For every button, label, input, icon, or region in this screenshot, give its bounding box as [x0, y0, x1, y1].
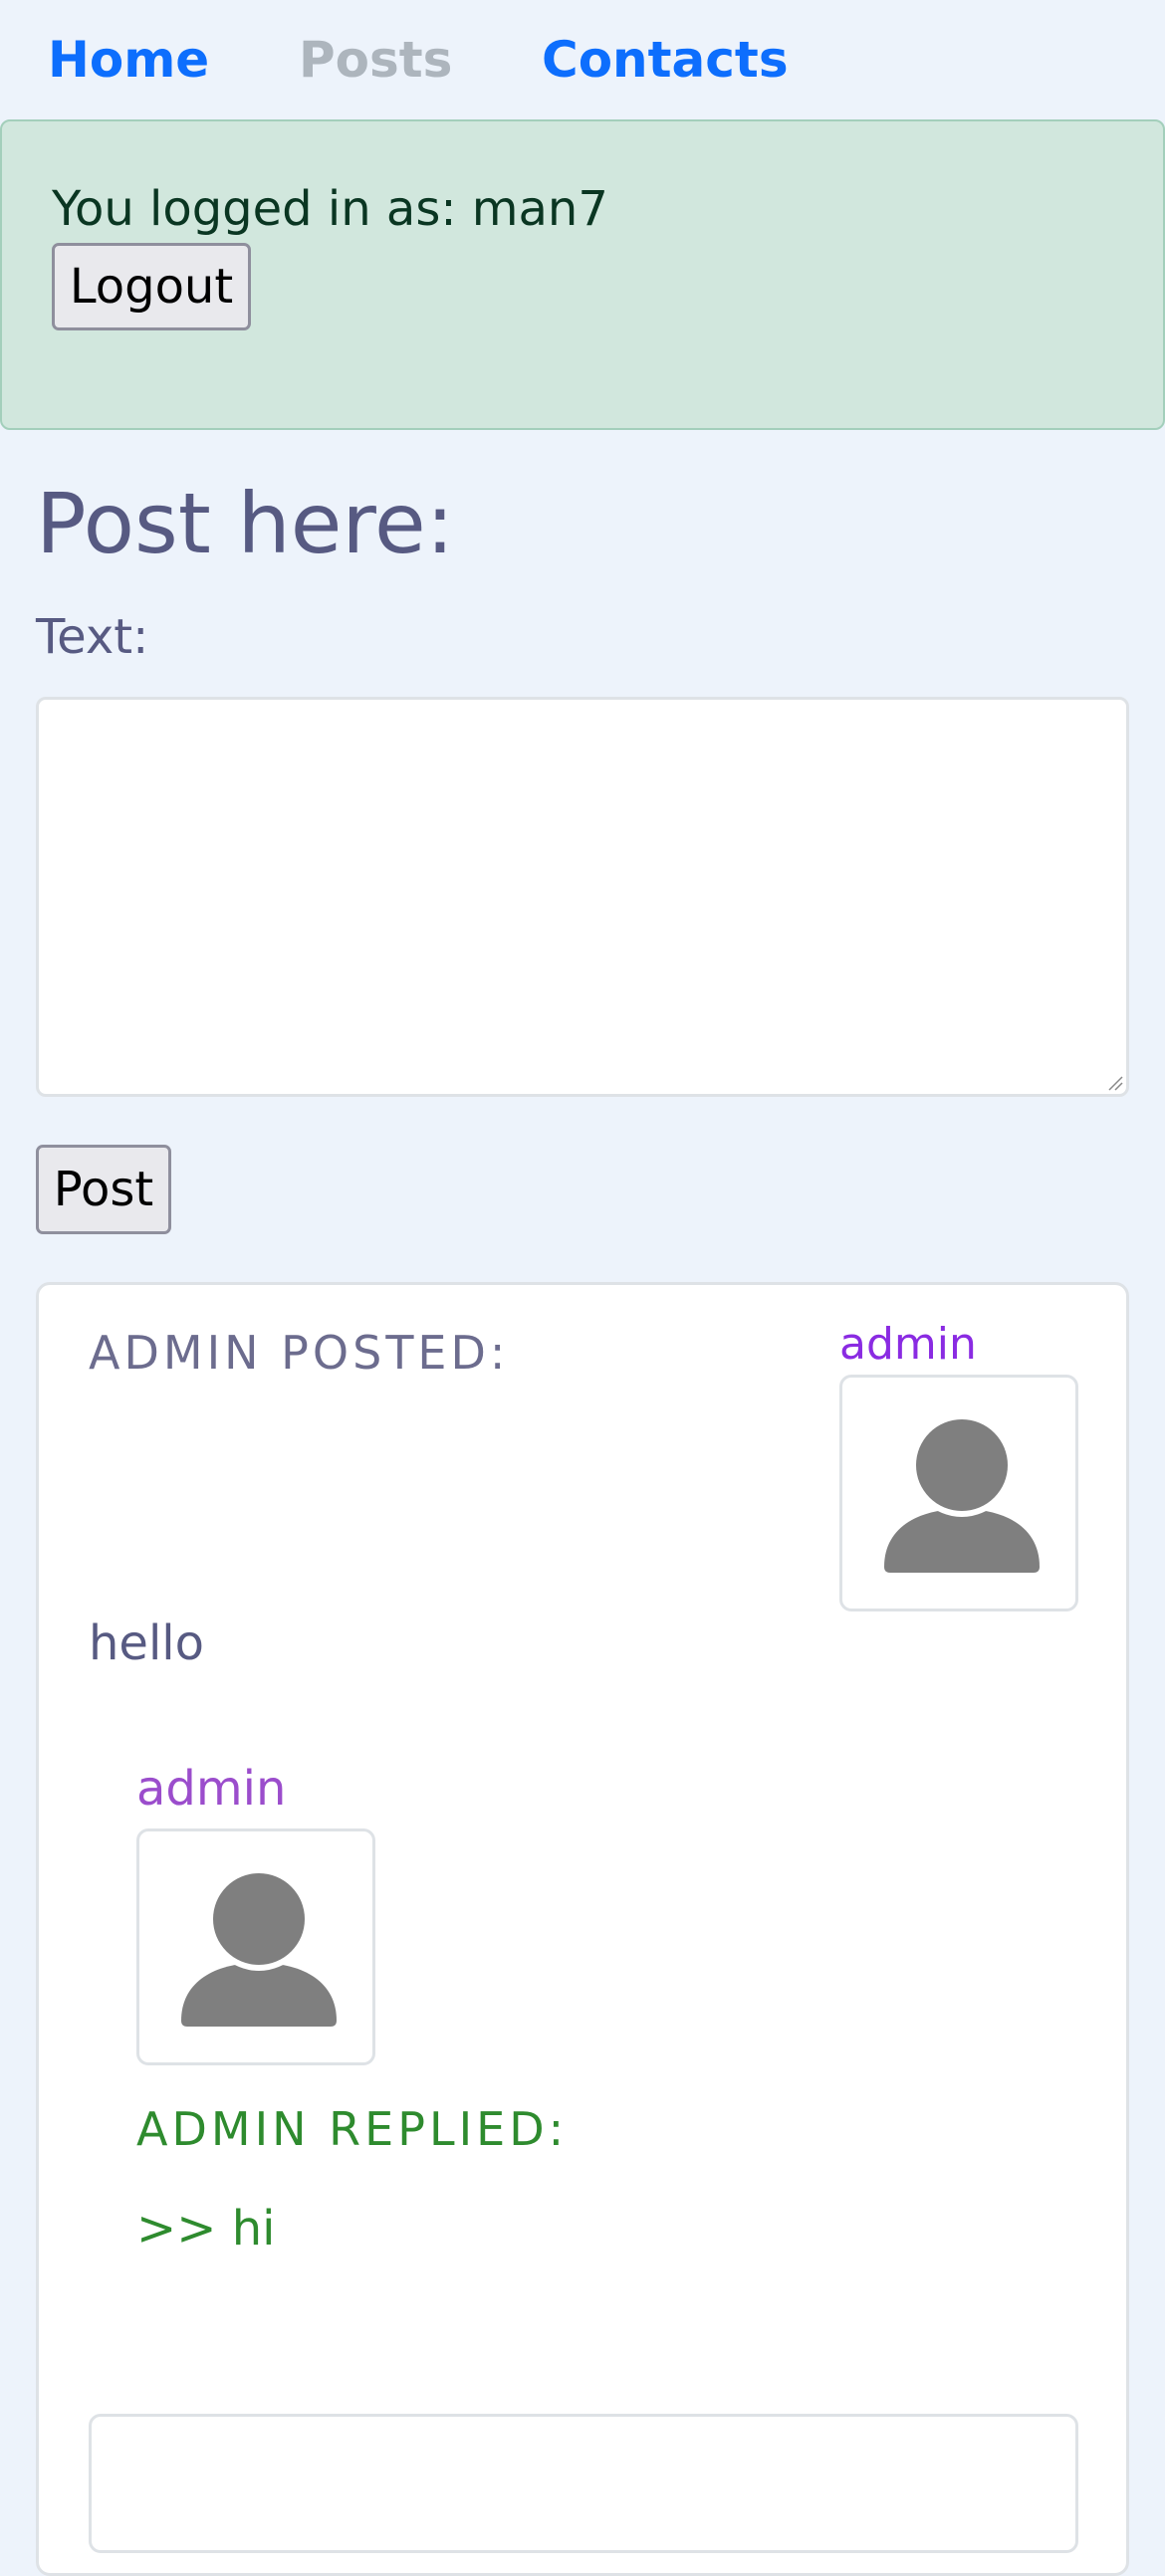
- post-card: ADMIN POSTED: admin hello admin ADMIN RE…: [36, 1282, 1129, 2576]
- logout-button[interactable]: Logout: [52, 243, 251, 330]
- post-button[interactable]: Post: [36, 1145, 171, 1234]
- user-silhouette-icon: [181, 1871, 337, 2027]
- resize-grip-icon[interactable]: [1107, 1075, 1123, 1091]
- logged-in-text: You logged in as: man7: [52, 181, 608, 237]
- text-label: Text:: [36, 609, 149, 665]
- reply-header: ADMIN REPLIED:: [136, 2102, 569, 2156]
- reply-text: >> hi: [136, 2201, 276, 2256]
- post-author-name[interactable]: admin: [839, 1315, 977, 1375]
- avatar[interactable]: [136, 1828, 375, 2065]
- nav-link-home[interactable]: Home: [48, 30, 209, 90]
- nav-link-posts[interactable]: Posts: [299, 30, 452, 90]
- reply-author-name[interactable]: admin: [136, 1759, 286, 1819]
- reply-input[interactable]: [89, 2414, 1078, 2553]
- post-body: hello: [89, 1615, 204, 1671]
- post-text-input[interactable]: [36, 697, 1129, 1097]
- post-header: ADMIN POSTED:: [89, 1326, 510, 1380]
- top-nav: Home Posts Contacts: [0, 0, 1165, 119]
- login-alert: You logged in as: man7 Logout: [0, 119, 1165, 430]
- avatar[interactable]: [839, 1375, 1078, 1611]
- page-title: Post here:: [36, 475, 455, 572]
- user-silhouette-icon: [884, 1417, 1040, 1573]
- nav-link-contacts[interactable]: Contacts: [542, 30, 789, 90]
